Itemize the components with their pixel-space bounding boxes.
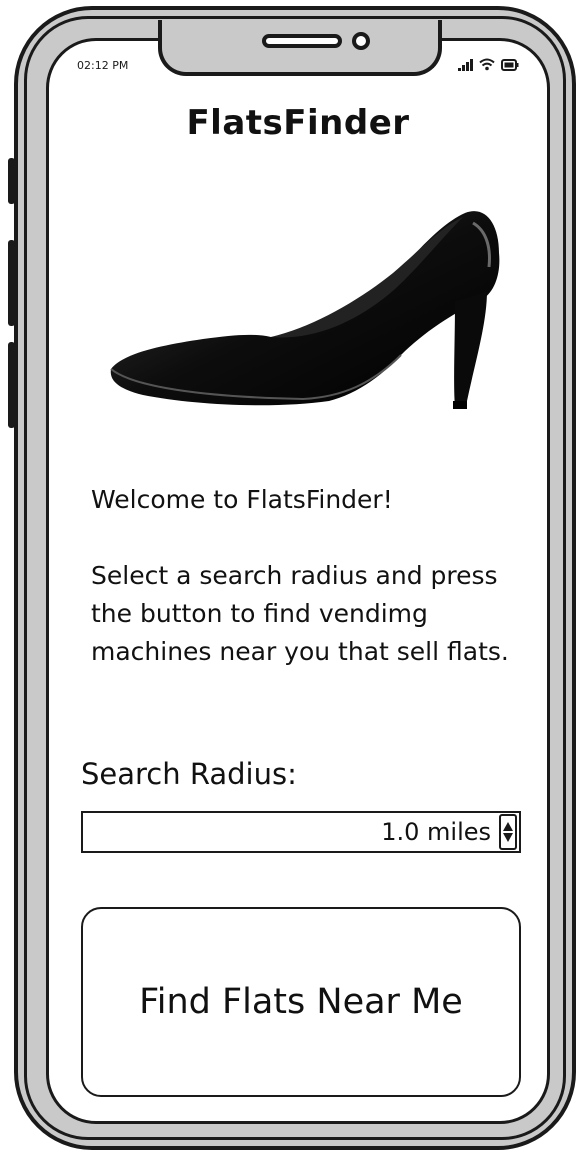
battery-icon	[501, 59, 519, 71]
stage: 02:12 PM FlatsFinder Welcome to FlatsFin…	[0, 0, 580, 1154]
wifi-icon	[479, 58, 495, 71]
search-radius-value[interactable]: 1.0 miles	[381, 818, 499, 846]
find-flats-button[interactable]: Find Flats Near Me	[81, 907, 521, 1097]
high-heel-shoe-image	[110, 211, 500, 409]
stepper-arrows[interactable]	[499, 814, 517, 850]
search-radius-label: Search Radius:	[81, 757, 297, 791]
status-time: 02:12 PM	[77, 59, 129, 72]
notch	[158, 20, 442, 76]
search-radius-stepper[interactable]: 1.0 miles	[81, 811, 521, 853]
signal-icon	[458, 59, 473, 71]
instructions-text: Select a search radius and press the but…	[91, 561, 509, 666]
speaker-grille	[262, 34, 342, 48]
phone-screen: 02:12 PM FlatsFinder Welcome to FlatsFin…	[46, 38, 550, 1124]
app-title: FlatsFinder	[186, 103, 410, 143]
status-icons	[458, 57, 519, 71]
welcome-text: Welcome to FlatsFinder!	[91, 485, 393, 514]
front-camera	[352, 32, 370, 50]
arrow-down-icon[interactable]	[503, 833, 513, 842]
arrow-up-icon[interactable]	[503, 822, 513, 831]
find-flats-button-label: Find Flats Near Me	[139, 982, 463, 1022]
